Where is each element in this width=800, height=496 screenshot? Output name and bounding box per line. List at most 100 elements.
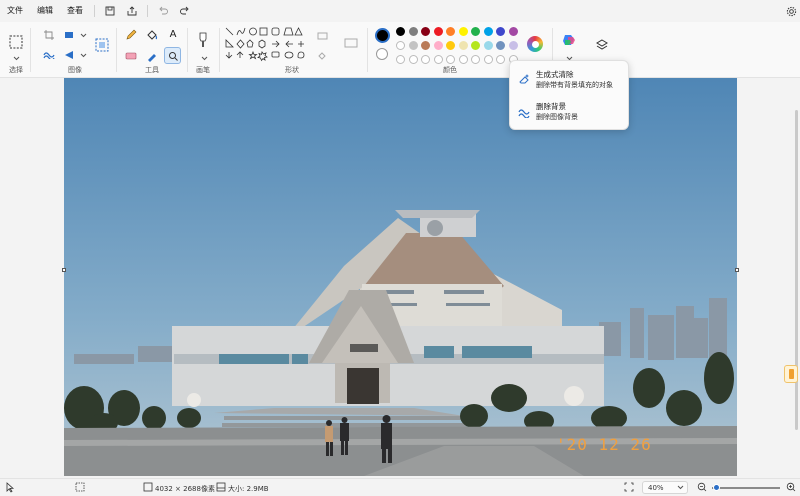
zoom-slider-thumb[interactable] — [713, 484, 721, 491]
remove-background-title: 删除背景 — [536, 102, 566, 111]
zoom-value: 40% — [648, 484, 664, 492]
menu-view[interactable]: 查看 — [60, 0, 90, 22]
secondary-color-swatch[interactable] — [376, 48, 388, 60]
group-label-colors: 颜色 — [443, 66, 457, 74]
photo-date-stamp: '20 12 26 — [556, 435, 652, 454]
group-label-image: 图像 — [68, 66, 82, 74]
resize-handle-left[interactable] — [62, 268, 66, 272]
cursor-icon — [6, 482, 15, 495]
chevron-down-icon[interactable] — [9, 51, 23, 65]
background-removal-icon[interactable] — [42, 48, 56, 62]
color-swatch[interactable] — [483, 27, 493, 36]
rotate-icon[interactable] — [63, 48, 77, 62]
chevron-down-icon — [677, 484, 684, 492]
text-icon[interactable]: A — [166, 27, 180, 41]
remove-background-description: 删除图像背景 — [536, 113, 578, 121]
color-swatch[interactable] — [408, 55, 418, 64]
zoom-in-icon[interactable] — [786, 482, 796, 494]
outline-icon[interactable] — [316, 29, 330, 43]
color-swatch[interactable] — [446, 41, 455, 50]
color-swatch[interactable] — [421, 27, 430, 36]
fill-bucket-icon[interactable] — [145, 28, 159, 42]
shape-fill-icon[interactable] — [316, 49, 330, 63]
pencil-icon[interactable] — [124, 28, 138, 42]
color-swatch[interactable] — [458, 41, 468, 50]
undo-icon[interactable] — [155, 3, 171, 19]
resize-handle-right[interactable] — [735, 268, 739, 272]
zoom-slider[interactable] — [712, 487, 780, 489]
image-size-icon — [143, 482, 153, 494]
color-swatch[interactable] — [496, 55, 505, 64]
selection-size-icon — [75, 482, 85, 494]
color-swatch[interactable] — [446, 55, 455, 64]
color-swatch[interactable] — [471, 41, 480, 50]
color-swatch[interactable] — [408, 27, 418, 36]
remove-background-icon — [518, 103, 530, 122]
color-swatch[interactable] — [496, 27, 505, 36]
color-swatch[interactable] — [396, 27, 405, 36]
primary-color-swatch[interactable] — [375, 28, 390, 43]
group-label-shapes: 形状 — [285, 66, 299, 74]
color-swatch[interactable] — [408, 41, 418, 50]
generative-erase-item[interactable]: 生成式清除 删除带有背景填充的对象 — [518, 69, 628, 97]
shapes-gallery[interactable] — [224, 26, 310, 66]
menu-file[interactable]: 文件 — [0, 0, 30, 22]
color-swatch[interactable] — [496, 41, 505, 50]
group-label-tools: 工具 — [145, 66, 159, 74]
color-swatch[interactable] — [458, 27, 468, 36]
zoom-select[interactable]: 40% — [642, 481, 688, 494]
select-tool-icon[interactable] — [8, 34, 24, 50]
ai-tools-menu: 生成式清除 删除带有背景填充的对象 删除背景 删除图像背景 — [509, 60, 629, 130]
image-select-icon[interactable] — [94, 37, 110, 53]
color-swatch[interactable] — [508, 27, 518, 36]
status-bar: 4032 × 2688像素 大小: 2.9MB 40% — [0, 478, 800, 496]
save-icon[interactable] — [102, 3, 118, 19]
color-swatch[interactable] — [508, 41, 518, 50]
color-swatch[interactable] — [483, 55, 493, 64]
color-picker-icon[interactable] — [145, 49, 159, 63]
remove-background-item[interactable]: 删除背景 删除图像背景 — [518, 101, 628, 129]
color-swatch[interactable] — [433, 41, 443, 50]
color-swatch[interactable] — [458, 55, 468, 64]
edit-colors-icon[interactable] — [527, 36, 543, 52]
chevron-down-icon[interactable] — [76, 48, 90, 62]
ribbon-divider — [219, 28, 220, 72]
resize-icon[interactable] — [63, 28, 77, 42]
layers-icon[interactable] — [594, 37, 610, 53]
magnifier-icon[interactable] — [164, 47, 181, 64]
color-palette — [396, 27, 522, 67]
generative-erase-icon — [518, 70, 530, 89]
color-swatch[interactable] — [396, 55, 405, 64]
menu-edit[interactable]: 编辑 — [30, 0, 60, 22]
shape-size-icon[interactable] — [343, 35, 359, 51]
color-swatch[interactable] — [433, 27, 443, 36]
color-swatch[interactable] — [421, 55, 430, 64]
settings-icon[interactable] — [783, 3, 799, 19]
brush-icon[interactable] — [195, 31, 211, 49]
ribbon: 选择 图像 A 工具 画笔 形状 颜色 — [0, 22, 800, 78]
redo-icon[interactable] — [177, 3, 193, 19]
chevron-down-icon[interactable] — [197, 51, 211, 65]
copilot-icon[interactable] — [561, 32, 577, 48]
eraser-icon[interactable] — [124, 49, 138, 63]
color-swatch[interactable] — [433, 55, 443, 64]
color-swatch[interactable] — [483, 41, 493, 50]
fit-to-window-icon[interactable] — [624, 482, 634, 494]
color-swatch[interactable] — [471, 27, 480, 36]
menu-divider — [147, 5, 148, 17]
color-swatch[interactable] — [396, 41, 405, 50]
generative-erase-title: 生成式清除 — [536, 70, 574, 79]
side-panel-tab[interactable] — [784, 365, 798, 383]
menu-bar: 文件 编辑 查看 — [0, 0, 800, 22]
color-swatch[interactable] — [421, 41, 430, 50]
color-swatch[interactable] — [446, 27, 455, 36]
group-label-brushes: 画笔 — [196, 66, 210, 74]
share-icon[interactable] — [124, 3, 140, 19]
file-size: 大小: 2.9MB — [228, 485, 269, 493]
chevron-down-icon[interactable] — [76, 28, 90, 42]
zoom-out-icon[interactable] — [697, 482, 707, 494]
image-dimensions: 4032 × 2688像素 — [155, 485, 215, 493]
color-swatch[interactable] — [471, 55, 480, 64]
canvas-image[interactable]: '20 12 26 — [64, 78, 737, 476]
crop-icon[interactable] — [42, 28, 56, 42]
